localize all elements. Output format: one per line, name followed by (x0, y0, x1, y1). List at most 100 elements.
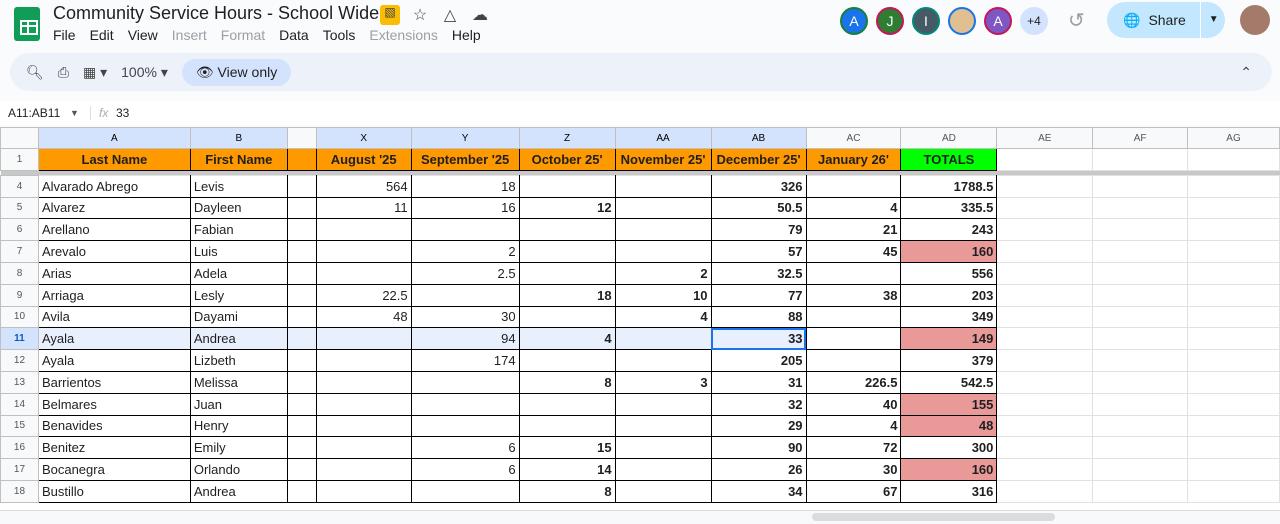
last-name-cell[interactable]: Arellano (37, 218, 191, 242)
hours-cell[interactable]: 88 (710, 305, 807, 329)
hours-cell[interactable] (614, 392, 712, 416)
column-header[interactable] (286, 127, 317, 149)
total-cell[interactable]: 1788.5 (900, 174, 998, 198)
scrollbar-thumb[interactable] (812, 513, 1055, 521)
hours-cell[interactable]: 94 (410, 327, 520, 351)
hours-cell[interactable] (805, 349, 902, 372)
hours-cell[interactable] (315, 218, 412, 242)
last-name-cell[interactable]: Bocanegra (37, 458, 191, 481)
hours-cell[interactable] (614, 414, 712, 438)
last-name-cell[interactable]: Alvarado Abrego (37, 174, 191, 198)
first-name-cell[interactable]: Melissa (189, 370, 288, 394)
select-all-corner[interactable] (0, 127, 39, 149)
hours-cell[interactable] (614, 327, 712, 351)
hours-cell[interactable]: 72 (805, 436, 902, 460)
row-header[interactable]: 4 (0, 174, 39, 198)
first-name-cell[interactable]: Fabian (189, 218, 288, 242)
hours-cell[interactable] (805, 174, 902, 198)
hours-cell[interactable] (614, 458, 712, 481)
cell[interactable] (996, 174, 1094, 198)
hours-cell[interactable] (410, 392, 520, 416)
hours-cell[interactable]: 3 (614, 370, 712, 394)
cell[interactable] (996, 349, 1094, 372)
cell[interactable] (286, 261, 317, 285)
row-header[interactable]: 15 (0, 414, 39, 438)
last-name-cell[interactable]: Arriaga (37, 283, 191, 307)
menu-file[interactable]: File (53, 27, 76, 43)
row-header[interactable]: 5 (0, 196, 39, 220)
hours-cell[interactable]: 2.5 (410, 261, 520, 285)
cell[interactable] (286, 327, 317, 351)
cell[interactable] (286, 479, 317, 503)
search-icon[interactable]: 🔍︎ (26, 64, 44, 81)
hours-cell[interactable]: 67 (805, 479, 902, 503)
hours-cell[interactable] (614, 218, 712, 242)
format-icon[interactable]: ▦ ▾ (83, 64, 107, 81)
hours-cell[interactable]: 18 (410, 174, 520, 198)
header-cell[interactable]: September '25 (410, 148, 520, 171)
hours-cell[interactable] (614, 349, 712, 372)
hours-cell[interactable] (315, 414, 412, 438)
column-header[interactable]: AG (1187, 127, 1280, 149)
hours-cell[interactable] (805, 327, 902, 351)
header-cell[interactable]: August '25 (315, 148, 412, 171)
cell[interactable] (286, 283, 317, 307)
collaborator-avatar[interactable]: I (912, 7, 940, 35)
first-name-cell[interactable]: Henry (189, 414, 288, 438)
hours-cell[interactable] (315, 240, 412, 263)
hours-cell[interactable] (315, 392, 412, 416)
hours-cell[interactable]: 11 (315, 196, 412, 220)
hours-cell[interactable] (410, 370, 520, 394)
column-header[interactable]: AC (805, 127, 902, 149)
cell[interactable] (1187, 196, 1280, 220)
hours-cell[interactable]: 32.5 (710, 261, 807, 285)
total-cell[interactable]: 243 (900, 218, 998, 242)
hours-cell[interactable] (805, 305, 902, 329)
column-header[interactable]: B (189, 127, 288, 149)
total-cell[interactable]: 149 (900, 327, 998, 351)
hours-cell[interactable]: 564 (315, 174, 412, 198)
hours-cell[interactable]: 8 (518, 479, 616, 503)
view-only-button[interactable]: 👁 View only (181, 58, 292, 86)
row-header[interactable]: 17 (0, 458, 39, 481)
first-name-cell[interactable]: Lesly (189, 283, 288, 307)
total-cell[interactable]: 379 (900, 349, 998, 372)
cell[interactable] (286, 305, 317, 329)
total-cell[interactable]: 160 (900, 458, 998, 481)
row-header[interactable]: 1 (0, 148, 39, 171)
cell[interactable] (286, 196, 317, 220)
collaborator-avatar[interactable]: A (840, 7, 868, 35)
cell[interactable] (996, 305, 1094, 329)
horizontal-scrollbar[interactable] (0, 510, 1280, 524)
cell[interactable] (286, 436, 317, 460)
total-cell[interactable]: 300 (900, 436, 998, 460)
column-header[interactable]: Z (518, 127, 616, 149)
row-header[interactable]: 12 (0, 349, 39, 372)
hours-cell[interactable] (518, 392, 616, 416)
cell[interactable] (1187, 240, 1280, 263)
hours-cell[interactable] (805, 261, 902, 285)
name-box-dropdown-icon[interactable]: ▼ (70, 108, 90, 118)
menu-help[interactable]: Help (452, 27, 481, 43)
last-name-cell[interactable]: Bustillo (37, 479, 191, 503)
column-header[interactable]: X (315, 127, 412, 149)
header-cell[interactable]: January 26' (805, 148, 902, 171)
hours-cell[interactable]: 205 (710, 349, 807, 372)
hours-cell[interactable] (410, 283, 520, 307)
hours-cell[interactable] (518, 240, 616, 263)
header-cell[interactable]: November 25' (614, 148, 712, 171)
hours-cell[interactable] (315, 479, 412, 503)
hours-cell[interactable]: 4 (518, 327, 616, 351)
last-name-cell[interactable]: Benitez (37, 436, 191, 460)
hours-cell[interactable]: 29 (710, 414, 807, 438)
last-name-cell[interactable]: Avila (37, 305, 191, 329)
cell[interactable] (1187, 283, 1280, 307)
header-cell[interactable]: October 25' (518, 148, 616, 171)
row-header[interactable]: 11 (0, 327, 39, 351)
cell[interactable] (1187, 261, 1280, 285)
hours-cell[interactable]: 4 (805, 196, 902, 220)
cell[interactable] (1187, 458, 1280, 481)
hours-cell[interactable]: 2 (614, 261, 712, 285)
cell[interactable] (1092, 436, 1189, 460)
cell[interactable] (996, 283, 1094, 307)
